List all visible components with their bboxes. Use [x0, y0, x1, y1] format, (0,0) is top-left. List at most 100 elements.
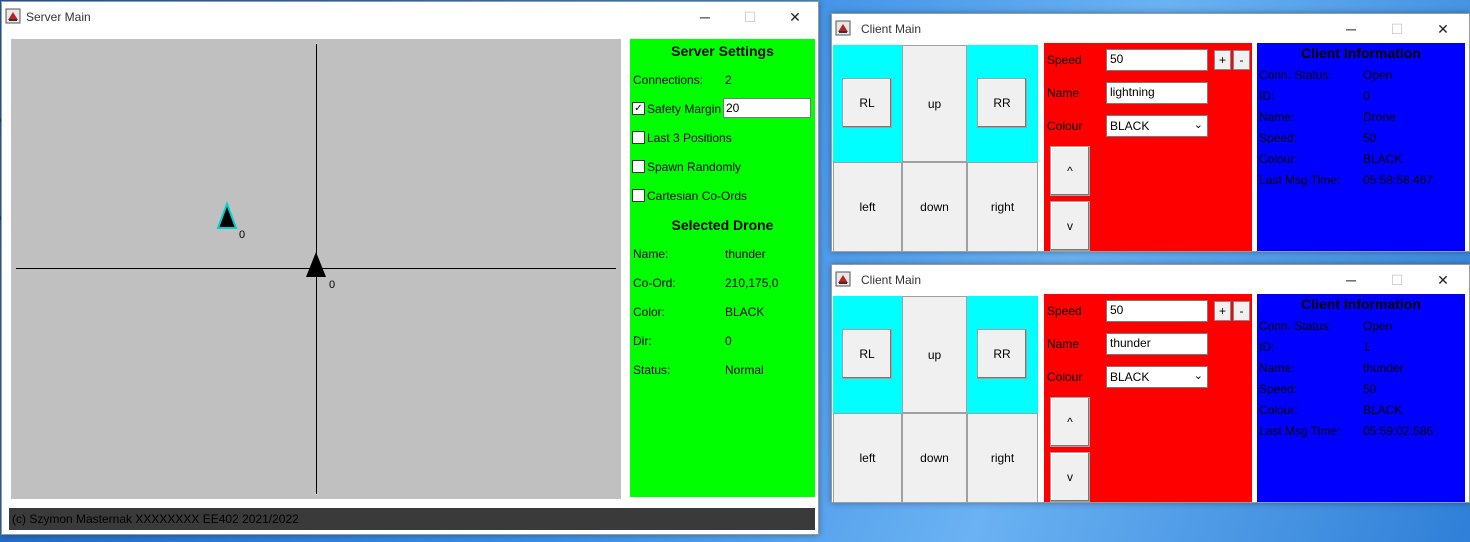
name-label: Name — [1047, 337, 1080, 351]
server-window: Server Main ─ ☐ ✕ 0 0 Server Settings Co… — [1, 1, 819, 535]
status-bar: (c) Szymon Masternak XXXXXXXX EE402 2021… — [9, 508, 815, 530]
up-button[interactable]: up — [902, 296, 967, 413]
selected-name-label: Name: — [633, 247, 669, 261]
last-msg-time-value: 05:59:02.586 — [1363, 424, 1434, 438]
conn-status-value: Open — [1363, 68, 1393, 82]
selected-color-label: Color: — [633, 305, 666, 319]
speed-input[interactable]: 50 — [1106, 300, 1208, 322]
close-button[interactable]: ✕ — [772, 2, 818, 32]
altitude-down-button[interactable]: v — [1050, 201, 1090, 251]
client-info-panel: Client Information Conn. Status: Open ID… — [1257, 43, 1465, 251]
maximize-button[interactable]: ☐ — [1374, 14, 1420, 44]
altitude-down-button[interactable]: v — [1050, 452, 1090, 502]
info-colour-value: BLACK — [1363, 152, 1403, 166]
colour-select[interactable]: BLACK ⌄ — [1106, 366, 1208, 388]
speed-increase-button[interactable]: + — [1214, 50, 1231, 70]
id-label: ID: — [1259, 89, 1275, 103]
left-button[interactable]: left — [833, 413, 902, 503]
chevron-down-icon: ⌄ — [1193, 370, 1203, 382]
safety-margin-input[interactable]: 20 — [723, 98, 811, 118]
last-msg-time-value: 05:58:58.467 — [1363, 173, 1434, 187]
selected-coord-value: 210,175,0 — [725, 276, 779, 290]
safety-margin-checkbox[interactable]: ✓ — [632, 102, 645, 115]
spawn-randomly-checkbox[interactable] — [632, 160, 645, 173]
client-info-panel: Client Information Conn. Status: Open ID… — [1257, 294, 1465, 502]
spawn-randomly-label: Spawn Randomly — [647, 160, 742, 174]
id-label: ID: — [1259, 340, 1275, 354]
last-3-positions-checkbox[interactable] — [632, 131, 645, 144]
minimize-button[interactable]: ─ — [1328, 265, 1374, 295]
last-msg-time-label: Last Msg Time: — [1259, 173, 1341, 187]
speed-increase-button[interactable]: + — [1214, 301, 1231, 321]
info-speed-value: 50 — [1363, 131, 1377, 145]
java-app-icon — [5, 8, 21, 24]
colour-label: Colour — [1047, 370, 1083, 384]
client-titlebar[interactable]: Client Main ─ ☐ ✕ — [832, 265, 1469, 295]
rotate-left-button[interactable]: RL — [842, 78, 892, 128]
info-name-label: Name: — [1259, 361, 1295, 375]
altitude-up-button[interactable]: ^ — [1050, 397, 1090, 447]
info-name-value: Drone — [1363, 110, 1396, 124]
settings-header: Server Settings — [671, 43, 774, 59]
selected-color-value: BLACK — [725, 305, 765, 319]
minimize-button[interactable]: ─ — [682, 2, 728, 32]
cartesian-coords-checkbox[interactable] — [632, 189, 645, 202]
colour-select[interactable]: BLACK ⌄ — [1106, 115, 1208, 137]
connections-value: 2 — [725, 73, 732, 87]
rotate-right-button[interactable]: RR — [977, 329, 1027, 379]
altitude-up-button[interactable]: ^ — [1050, 146, 1090, 196]
client-window: Client Main ─ ☐ ✕ RL up RR left down rig… — [831, 13, 1470, 252]
connections-label: Connections: — [633, 73, 704, 87]
speed-decrease-button[interactable]: - — [1233, 50, 1250, 70]
minimize-button[interactable]: ─ — [1328, 14, 1374, 44]
down-button[interactable]: down — [902, 413, 967, 503]
info-speed-label: Speed: — [1259, 131, 1298, 145]
safety-margin-label: Safety Margin — [647, 102, 722, 116]
server-settings-panel: Server Settings Connections: 2 ✓ Safety … — [630, 39, 815, 497]
name-label: Name — [1047, 86, 1080, 100]
info-speed-label: Speed: — [1259, 382, 1298, 396]
java-app-icon — [835, 20, 851, 36]
down-button[interactable]: down — [902, 162, 967, 252]
speed-decrease-button[interactable]: - — [1233, 301, 1250, 321]
speed-label: Speed — [1047, 53, 1082, 67]
conn-status-value: Open — [1363, 319, 1393, 333]
name-input[interactable]: lightning — [1106, 82, 1208, 104]
selected-drone-header: Selected Drone — [671, 217, 774, 233]
rotate-left-button[interactable]: RL — [842, 329, 892, 379]
left-button[interactable]: left — [833, 162, 902, 252]
client-info-header: Client Information — [1301, 45, 1421, 61]
client-titlebar[interactable]: Client Main ─ ☐ ✕ — [832, 14, 1469, 44]
drone-canvas[interactable]: 0 0 — [11, 39, 621, 499]
server-titlebar[interactable]: Server Main ─ ☐ ✕ — [2, 2, 818, 32]
right-button[interactable]: right — [967, 162, 1038, 252]
client-window: Client Main ─ ☐ ✕ RL up RR left down rig… — [831, 264, 1470, 503]
maximize-button[interactable]: ☐ — [727, 2, 773, 32]
rotate-right-button[interactable]: RR — [977, 78, 1027, 128]
selected-dir-value: 0 — [725, 334, 732, 348]
maximize-button[interactable]: ☐ — [1374, 265, 1420, 295]
conn-status-label: Conn. Status: — [1259, 319, 1332, 333]
close-button[interactable]: ✕ — [1420, 14, 1466, 44]
drone-marker[interactable] — [215, 201, 239, 231]
selected-status-label: Status: — [633, 363, 671, 377]
right-button[interactable]: right — [967, 413, 1038, 503]
colour-select-value: BLACK — [1110, 370, 1150, 384]
client-control-panel: Speed 50 + - Name lightning Colour BLACK… — [1044, 43, 1252, 251]
info-name-label: Name: — [1259, 110, 1295, 124]
drone-label: 0 — [329, 279, 336, 291]
selected-dir-label: Dir: — [633, 334, 652, 348]
speed-input[interactable]: 50 — [1106, 49, 1208, 71]
chevron-down-icon: ⌄ — [1193, 119, 1203, 131]
info-speed-value: 50 — [1363, 382, 1377, 396]
close-button[interactable]: ✕ — [1420, 265, 1466, 295]
drone-marker[interactable] — [304, 249, 328, 279]
name-input[interactable]: thunder — [1106, 333, 1208, 355]
info-colour-value: BLACK — [1363, 403, 1403, 417]
info-colour-label: Colour: — [1259, 403, 1298, 417]
selected-coord-label: Co-Ord: — [633, 276, 676, 290]
id-value: 1 — [1363, 340, 1370, 354]
id-value: 0 — [1363, 89, 1370, 103]
window-title: Client Main — [861, 22, 922, 36]
up-button[interactable]: up — [902, 45, 967, 162]
